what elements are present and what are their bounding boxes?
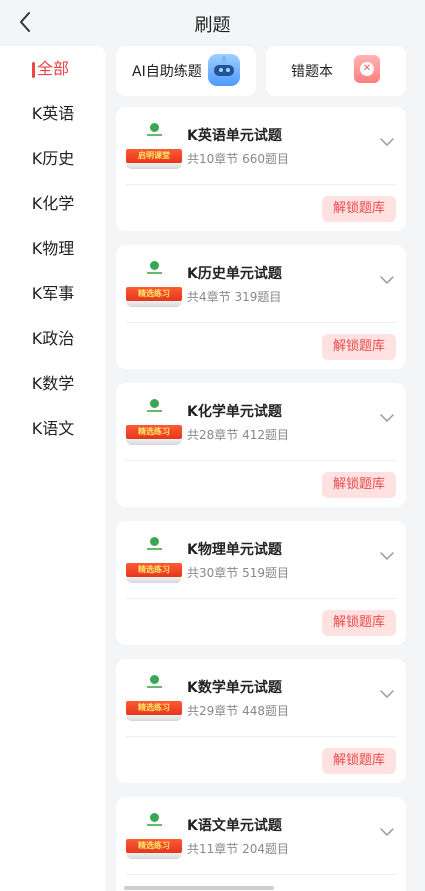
sidebar-item-physics[interactable]: K物理 — [0, 232, 106, 266]
sidebar-item-label: K历史 — [31, 149, 75, 168]
divider — [126, 322, 396, 323]
sidebar-item-chemistry[interactable]: K化学 — [0, 187, 106, 221]
ai-practice-button[interactable]: AI自助练题 — [116, 46, 256, 96]
unlock-button[interactable]: 解锁题库 — [322, 196, 396, 222]
course-card[interactable]: 精选练习 K数学单元试题 共29章节 448题目 解锁题库 — [116, 659, 406, 783]
sidebar-item-math[interactable]: K数学 — [0, 367, 106, 401]
robot-icon — [208, 54, 240, 86]
scroll-indicator — [124, 886, 274, 890]
course-meta: 共10章节 660题目 — [187, 152, 289, 166]
divider — [126, 736, 396, 737]
sidebar-item-label: K化学 — [31, 194, 75, 213]
course-meta: 共4章节 319题目 — [187, 290, 282, 304]
sidebar-item-history[interactable]: K历史 — [0, 142, 106, 176]
chevron-down-icon[interactable] — [380, 689, 394, 699]
unlock-button[interactable]: 解锁题库 — [322, 472, 396, 498]
wrong-book-icon: ✕ — [354, 55, 380, 83]
thumbnail-banner: 精选练习 — [126, 563, 182, 577]
chevron-down-icon[interactable] — [380, 551, 394, 561]
sidebar-item-label: K军事 — [31, 284, 75, 303]
thumbnail-banner: 精选练习 — [126, 287, 182, 301]
thumbnail-banner: 启明课堂 — [126, 149, 182, 163]
course-title: K化学单元试题 — [187, 404, 282, 420]
course-thumbnail: 精选练习 — [126, 671, 182, 725]
active-indicator — [32, 62, 35, 78]
course-thumbnail: 启明课堂 — [126, 119, 182, 173]
top-bar: 刷题 — [0, 0, 425, 44]
course-card[interactable]: 启明课堂 K英语单元试题 共10章节 660题目 解锁题库 — [116, 107, 406, 231]
course-card[interactable]: 精选练习 K语文单元试题 共11章节 204题目 — [116, 797, 406, 891]
chevron-down-icon[interactable] — [380, 827, 394, 837]
unlock-button[interactable]: 解锁题库 — [322, 610, 396, 636]
course-thumbnail: 精选练习 — [126, 533, 182, 587]
sidebar-item-all[interactable]: 全部 — [0, 52, 106, 86]
page-title: 刷题 — [194, 15, 231, 36]
thumbnail-banner: 精选练习 — [126, 701, 182, 715]
sidebar-item-label: K物理 — [31, 239, 75, 258]
chevron-down-icon[interactable] — [380, 413, 394, 423]
ai-practice-label: AI自助练题 — [132, 64, 202, 80]
divider — [126, 598, 396, 599]
sidebar-item-label: K英语 — [31, 104, 75, 123]
course-meta: 共28章节 412题目 — [187, 428, 289, 442]
sidebar-item-chinese[interactable]: K语文 — [0, 412, 106, 446]
wrong-questions-button[interactable]: 错题本 ✕ — [266, 46, 406, 96]
unlock-button[interactable]: 解锁题库 — [322, 748, 396, 774]
course-title: K数学单元试题 — [187, 680, 282, 696]
sidebar-item-english[interactable]: K英语 — [0, 97, 106, 131]
divider — [126, 874, 396, 875]
wrong-questions-label: 错题本 — [291, 64, 333, 80]
thumbnail-banner: 精选练习 — [126, 425, 182, 439]
course-title: K物理单元试题 — [187, 542, 282, 558]
chevron-down-icon[interactable] — [380, 137, 394, 147]
course-meta: 共29章节 448题目 — [187, 704, 289, 718]
sidebar-item-label: K语文 — [31, 419, 75, 438]
thumbnail-banner: 精选练习 — [126, 839, 182, 853]
unlock-button[interactable]: 解锁题库 — [322, 334, 396, 360]
course-meta: 共11章节 204题目 — [187, 842, 289, 856]
sidebar-item-military[interactable]: K军事 — [0, 277, 106, 311]
sidebar-item-label: K数学 — [31, 374, 75, 393]
category-sidebar: 全部 K英语 K历史 K化学 K物理 K军事 K政治 K数学 K语文 — [0, 46, 106, 891]
divider — [126, 184, 396, 185]
course-thumbnail: 精选练习 — [126, 809, 182, 863]
course-title: K语文单元试题 — [187, 818, 282, 834]
course-card[interactable]: 精选练习 K物理单元试题 共30章节 519题目 解锁题库 — [116, 521, 406, 645]
course-card[interactable]: 精选练习 K化学单元试题 共28章节 412题目 解锁题库 — [116, 383, 406, 507]
course-thumbnail: 精选练习 — [126, 395, 182, 449]
course-title: K英语单元试题 — [187, 128, 282, 144]
course-title: K历史单元试题 — [187, 266, 282, 282]
sidebar-item-label: 全部 — [36, 59, 69, 78]
sidebar-item-label: K政治 — [31, 329, 75, 348]
course-thumbnail: 精选练习 — [126, 257, 182, 311]
course-card[interactable]: 精选练习 K历史单元试题 共4章节 319题目 解锁题库 — [116, 245, 406, 369]
sidebar-item-politics[interactable]: K政治 — [0, 322, 106, 356]
divider — [126, 460, 396, 461]
course-meta: 共30章节 519题目 — [187, 566, 289, 580]
chevron-down-icon[interactable] — [380, 275, 394, 285]
